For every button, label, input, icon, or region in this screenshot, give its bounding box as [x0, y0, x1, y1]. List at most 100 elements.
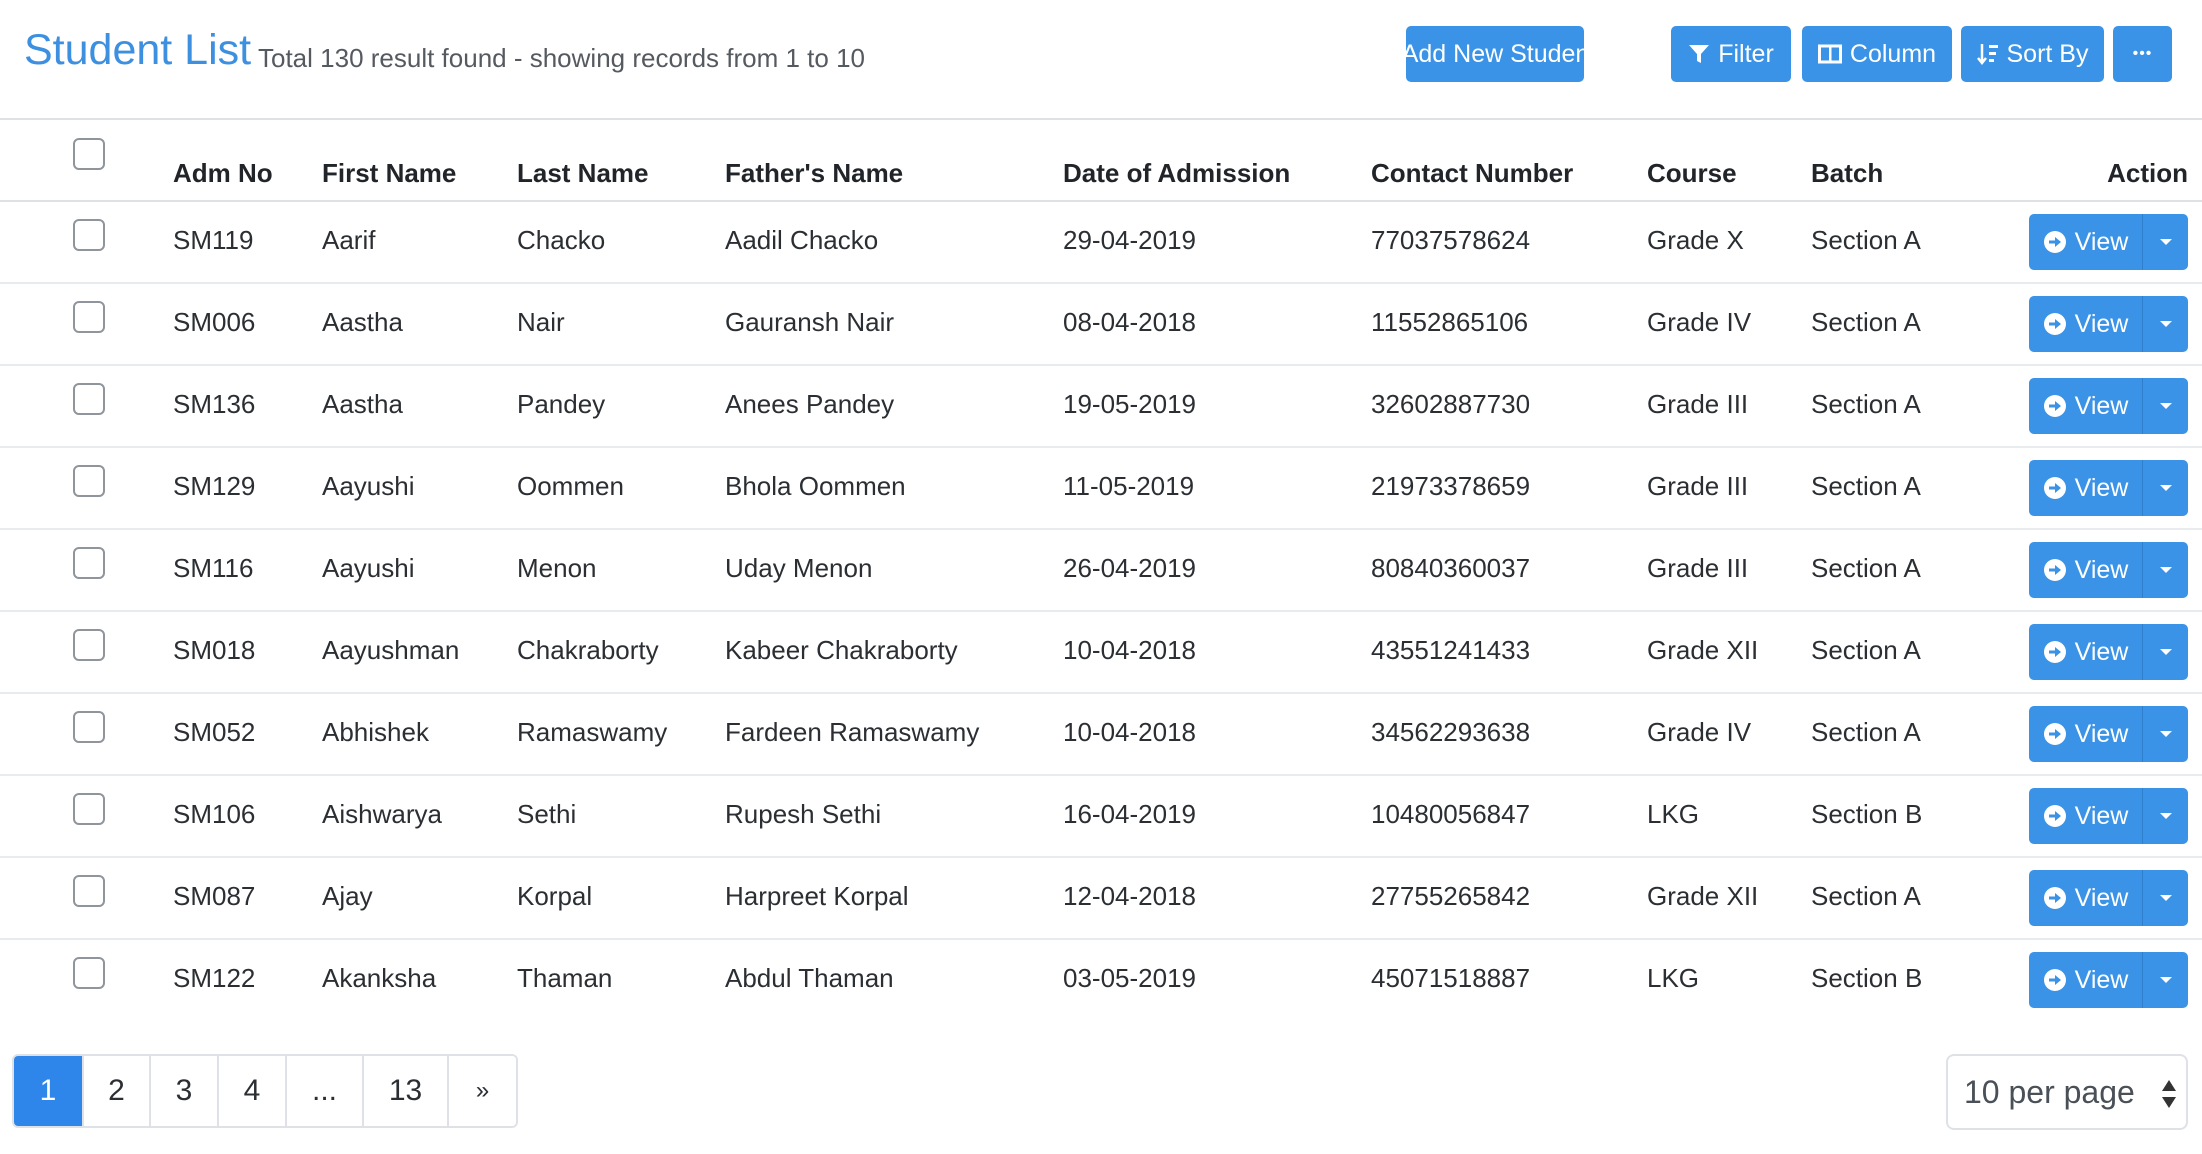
view-button-group: View	[2029, 460, 2188, 516]
view-label: View	[2074, 309, 2129, 338]
filter-button[interactable]: Filter	[1671, 26, 1791, 82]
row-checkbox[interactable]	[73, 301, 105, 333]
column-button[interactable]: Column	[1802, 26, 1952, 82]
view-label: View	[2074, 801, 2129, 830]
view-dropdown-toggle[interactable]	[2142, 870, 2188, 926]
per-page-value: 10 per page	[1964, 1073, 2135, 1110]
view-button[interactable]: View	[2029, 296, 2142, 352]
row-checkbox[interactable]	[73, 957, 105, 989]
cell-contact-number: 80840360037	[1371, 553, 1531, 583]
row-checkbox[interactable]	[73, 711, 105, 743]
cell-last-name: Ramaswamy	[517, 717, 668, 747]
row-checkbox[interactable]	[73, 793, 105, 825]
more-dots-icon: •••	[2132, 45, 2153, 62]
view-button[interactable]: View	[2029, 460, 2142, 516]
header-course[interactable]: Course	[1647, 158, 1737, 189]
view-button[interactable]: View	[2029, 788, 2142, 844]
cell-first-name: Aayushi	[322, 471, 415, 501]
cell-batch: Section A	[1811, 635, 1921, 665]
table-row: SM122 Akanksha Thaman Abdul Thaman 03-05-201…	[0, 940, 2202, 1022]
view-dropdown-toggle[interactable]	[2142, 542, 2188, 598]
cell-batch: Section A	[1811, 389, 1921, 419]
page-3-button[interactable]: 3	[151, 1056, 219, 1126]
table-row: SM006 Aastha Nair Gauransh Nair 08-04-2018 11…	[0, 284, 2202, 366]
cell-first-name: Ajay	[322, 881, 373, 911]
row-checkbox[interactable]	[73, 465, 105, 497]
cell-father-name: Uday Menon	[725, 553, 873, 583]
arrow-circle-right-icon	[2043, 641, 2066, 663]
header-father-name[interactable]: Father's Name	[725, 158, 903, 189]
view-dropdown-toggle[interactable]	[2142, 460, 2188, 516]
row-checkbox[interactable]	[73, 219, 105, 251]
header-last-name[interactable]: Last Name	[517, 158, 649, 189]
page-4-button[interactable]: 4	[219, 1056, 287, 1126]
page-13-button[interactable]: 13	[364, 1056, 449, 1126]
caret-down-icon	[2159, 403, 2172, 409]
header-first-name[interactable]: First Name	[322, 158, 456, 189]
header-date-of-admission[interactable]: Date of Admission	[1063, 158, 1290, 189]
table-row: SM106 Aishwarya Sethi Rupesh Sethi 16-04-201…	[0, 776, 2202, 858]
view-label: View	[2074, 391, 2129, 420]
view-dropdown-toggle[interactable]	[2142, 214, 2188, 270]
view-dropdown-toggle[interactable]	[2142, 296, 2188, 352]
arrow-circle-right-icon	[2043, 723, 2066, 745]
row-checkbox[interactable]	[73, 547, 105, 579]
view-button[interactable]: View	[2029, 870, 2142, 926]
sort-by-button[interactable]: Sort By	[1961, 26, 2104, 82]
view-button[interactable]: View	[2029, 706, 2142, 762]
view-dropdown-toggle[interactable]	[2142, 624, 2188, 680]
view-dropdown-toggle[interactable]	[2142, 378, 2188, 434]
filter-icon	[1689, 45, 1710, 63]
student-list-page: Student List Total 130 result found - sh…	[0, 0, 2202, 1154]
cell-first-name: Aastha	[322, 389, 403, 419]
header-batch[interactable]: Batch	[1811, 158, 1883, 189]
pagination: 1 2 3 4 ... 13 »	[12, 1054, 518, 1128]
cell-last-name: Sethi	[517, 799, 577, 829]
cell-last-name: Menon	[517, 553, 597, 583]
view-dropdown-toggle[interactable]	[2142, 952, 2188, 1008]
view-button[interactable]: View	[2029, 214, 2142, 270]
cell-father-name: Abdul Thaman	[725, 963, 894, 993]
header-contact-number[interactable]: Contact Number	[1371, 158, 1573, 189]
caret-down-icon	[2159, 895, 2172, 901]
cell-contact-number: 10480056847	[1371, 799, 1531, 829]
view-button[interactable]: View	[2029, 542, 2142, 598]
view-button[interactable]: View	[2029, 624, 2142, 680]
header-adm-no[interactable]: Adm No	[173, 158, 273, 189]
view-dropdown-toggle[interactable]	[2142, 788, 2188, 844]
more-options-button[interactable]: •••	[2113, 26, 2172, 82]
row-checkbox[interactable]	[73, 383, 105, 415]
cell-father-name: Fardeen Ramaswamy	[725, 717, 980, 747]
cell-contact-number: 11552865106	[1371, 307, 1529, 337]
add-new-student-button[interactable]: Add New Student	[1402, 26, 1596, 82]
cell-batch: Section A	[1811, 471, 1921, 501]
caret-down-icon	[2159, 567, 2172, 573]
page-2-button[interactable]: 2	[84, 1056, 151, 1126]
sort-icon	[1976, 44, 1998, 66]
view-button-group: View	[2029, 870, 2188, 926]
cell-last-name: Thaman	[517, 963, 613, 993]
per-page-select[interactable]: 10 per page	[1946, 1054, 2188, 1130]
view-label: View	[2074, 719, 2129, 748]
view-button[interactable]: View	[2029, 378, 2142, 434]
cell-adm-no: SM136	[173, 389, 256, 419]
next-page-button[interactable]: »	[449, 1056, 516, 1126]
cell-father-name: Harpreet Korpal	[725, 881, 909, 911]
cell-father-name: Aadil Chacko	[725, 225, 879, 255]
cell-date-of-admission: 16-04-2019	[1063, 799, 1196, 829]
select-all-checkbox[interactable]	[73, 138, 105, 170]
view-label: View	[2074, 473, 2129, 502]
column-label: Column	[1849, 39, 1937, 68]
table-row: SM018 Aayushman Chakraborty Kabeer Chakrabo…	[0, 612, 2202, 694]
cell-last-name: Oommen	[517, 471, 624, 501]
caret-down-icon	[2159, 731, 2172, 737]
columns-icon	[1817, 44, 1842, 64]
view-button[interactable]: View	[2029, 952, 2142, 1008]
view-button-group: View	[2029, 378, 2188, 434]
page-1-button[interactable]: 1	[14, 1056, 84, 1126]
arrow-circle-right-icon	[2043, 477, 2066, 499]
row-checkbox[interactable]	[73, 629, 105, 661]
view-dropdown-toggle[interactable]	[2142, 706, 2188, 762]
cell-contact-number: 27755265842	[1371, 881, 1531, 911]
row-checkbox[interactable]	[73, 875, 105, 907]
